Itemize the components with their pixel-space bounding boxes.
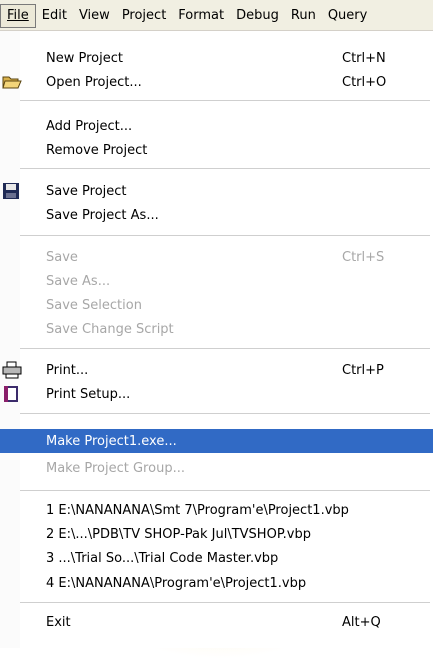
menu-item-label: Make Project1.exe... bbox=[46, 433, 177, 449]
menu-item-print-setup[interactable]: Print Setup... bbox=[0, 382, 433, 406]
menu-query[interactable]: Query bbox=[322, 5, 374, 27]
floppy-disk-icon bbox=[2, 182, 20, 200]
menu-item-exit[interactable]: Exit Alt+Q bbox=[0, 610, 433, 634]
menu-item-label: Exit bbox=[46, 614, 71, 630]
open-folder-icon bbox=[2, 73, 22, 91]
menu-item-add-project[interactable]: Add Project... bbox=[0, 114, 433, 138]
menu-separator bbox=[20, 413, 430, 414]
menu-item-label: Print Setup... bbox=[46, 386, 131, 402]
menu-separator bbox=[20, 100, 430, 101]
menu-item-shortcut: Alt+Q bbox=[342, 614, 381, 630]
menu-item-label: New Project bbox=[46, 50, 123, 66]
menu-item-save-as: Save As... bbox=[0, 269, 433, 293]
menu-edit[interactable]: Edit bbox=[36, 5, 73, 27]
menu-item-label: Save Project As... bbox=[46, 207, 159, 223]
menu-item-label: Save Selection bbox=[46, 297, 142, 313]
menu-item-label: 1 E:\NANANANA\Smt 7\Program'e\Project1.v… bbox=[46, 502, 349, 518]
menu-format[interactable]: Format bbox=[172, 5, 230, 27]
menu-debug[interactable]: Debug bbox=[230, 5, 285, 27]
menu-run[interactable]: Run bbox=[285, 5, 322, 27]
menu-item-make-project-group: Make Project Group... bbox=[0, 456, 433, 480]
menu-item-save-project[interactable]: Save Project bbox=[0, 179, 433, 203]
menu-separator bbox=[20, 348, 430, 349]
menu-item-recent-4[interactable]: 4 E:\NANANANA\Program'e\Project1.vbp bbox=[0, 571, 433, 595]
menu-item-label: 2 E:\...\PDB\TV SHOP-Pak Jul\TVSHOP.vbp bbox=[46, 526, 311, 542]
menu-item-make-project-exe[interactable]: Make Project1.exe... bbox=[0, 429, 433, 453]
menu-item-label: Save As... bbox=[46, 273, 111, 289]
menu-separator bbox=[20, 235, 430, 236]
menu-item-new-project[interactable]: New Project Ctrl+N bbox=[0, 46, 433, 70]
menu-item-recent-2[interactable]: 2 E:\...\PDB\TV SHOP-Pak Jul\TVSHOP.vbp bbox=[0, 522, 433, 546]
menu-item-label: Save Project bbox=[46, 183, 127, 199]
menu-item-recent-3[interactable]: 3 ...\Trial So...\Trial Code Master.vbp bbox=[0, 546, 433, 570]
menu-item-shortcut: Ctrl+P bbox=[342, 362, 384, 378]
menu-item-label: Open Project... bbox=[46, 74, 142, 90]
menu-item-save-project-as[interactable]: Save Project As... bbox=[0, 203, 433, 227]
menu-bar: File Edit View Project Format Debug Run … bbox=[0, 0, 433, 31]
menu-item-save-selection: Save Selection bbox=[0, 293, 433, 317]
menu-item-shortcut: Ctrl+O bbox=[342, 74, 387, 90]
menu-view[interactable]: View bbox=[73, 5, 116, 27]
menu-item-label: Save bbox=[46, 249, 78, 265]
menu-item-label: 3 ...\Trial So...\Trial Code Master.vbp bbox=[46, 550, 279, 566]
menu-item-label: Make Project Group... bbox=[46, 460, 185, 476]
menu-item-save: Save Ctrl+S bbox=[0, 245, 433, 269]
menu-item-label: Remove Project bbox=[46, 142, 148, 158]
menu-item-shortcut: Ctrl+N bbox=[342, 50, 386, 66]
print-setup-icon bbox=[2, 385, 20, 403]
menu-item-label: Save Change Script bbox=[46, 321, 174, 337]
menu-item-shortcut: Ctrl+S bbox=[342, 249, 385, 265]
menu-item-save-change-script: Save Change Script bbox=[0, 317, 433, 341]
file-menu-dropdown: New Project Ctrl+N Open Project... Ctrl+… bbox=[0, 31, 433, 648]
menu-separator bbox=[20, 168, 430, 169]
printer-icon bbox=[2, 361, 22, 379]
menu-item-label: 4 E:\NANANANA\Program'e\Project1.vbp bbox=[46, 575, 307, 591]
menu-item-open-project[interactable]: Open Project... Ctrl+O bbox=[0, 70, 433, 94]
menu-item-label: Add Project... bbox=[46, 118, 133, 134]
menu-item-recent-1[interactable]: 1 E:\NANANANA\Smt 7\Program'e\Project1.v… bbox=[0, 498, 433, 522]
menu-file[interactable]: File bbox=[0, 4, 36, 28]
menu-item-print[interactable]: Print... Ctrl+P bbox=[0, 358, 433, 382]
menu-project[interactable]: Project bbox=[116, 5, 172, 27]
menu-item-remove-project[interactable]: Remove Project bbox=[0, 138, 433, 162]
menu-separator bbox=[20, 490, 430, 491]
menu-item-label: Print... bbox=[46, 362, 89, 378]
menu-separator bbox=[20, 602, 430, 603]
